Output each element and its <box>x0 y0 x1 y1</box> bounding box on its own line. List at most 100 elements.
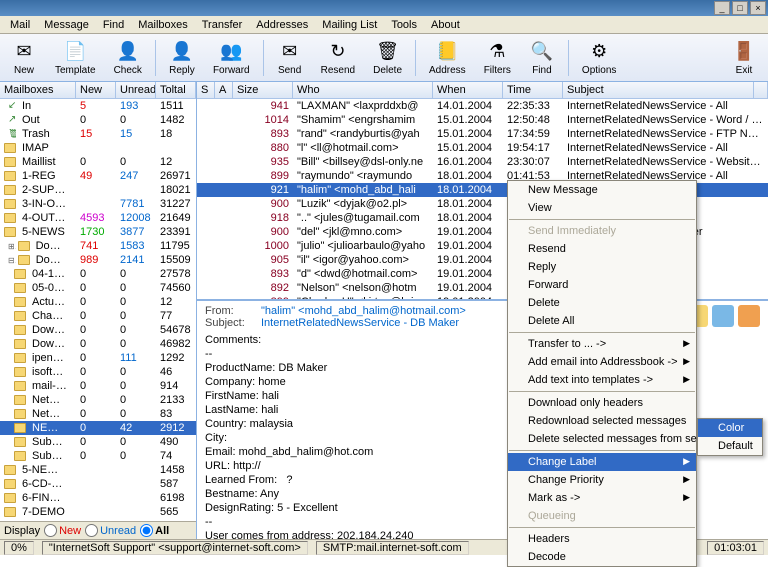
cell-subject: InternetRelatedNewsService - All <box>563 142 768 154</box>
context-item-delete-all[interactable]: Delete All <box>508 312 696 330</box>
folder-row[interactable]: Download ...0046982 <box>0 337 196 351</box>
folder-row[interactable]: 7-DEMO565 <box>0 505 196 519</box>
folder-row[interactable]: Change Ad...0077 <box>0 309 196 323</box>
menu-mail[interactable]: Mail <box>4 17 36 33</box>
forward-button[interactable]: 👥Forward <box>206 37 257 79</box>
folder-unread: 0 <box>116 366 156 378</box>
context-item-delete-selected-messages-from-server[interactable]: Delete selected messages from server <box>508 430 696 448</box>
col-total[interactable]: Toltal <box>156 82 196 98</box>
delete-button[interactable]: 🗑Delete <box>366 37 409 79</box>
folder-row[interactable]: Subscribe0074 <box>0 449 196 463</box>
check-button[interactable]: 👤Check <box>107 37 149 79</box>
context-item-resend[interactable]: Resend <box>508 240 696 258</box>
folder-row[interactable]: NEWS SE...0422912 <box>0 421 196 435</box>
context-item-new-message[interactable]: New Message <box>508 181 696 199</box>
col-mailboxes[interactable]: Mailboxes <box>0 82 76 98</box>
message-row[interactable]: 893"rand" <randyburtis@yah15.01.200417:3… <box>197 127 768 141</box>
col-subject[interactable]: Subject <box>563 82 754 98</box>
context-item-change-label[interactable]: Change Label▶ <box>508 453 696 471</box>
col-new[interactable]: New <box>76 82 116 98</box>
minimize-button[interactable]: _ <box>714 1 730 15</box>
message-row[interactable]: 880"l" <ll@hotmail.com>15.01.200419:54:1… <box>197 141 768 155</box>
menu-find[interactable]: Find <box>97 17 130 33</box>
exit-button[interactable]: 🚪Exit <box>724 37 764 79</box>
folder-row[interactable]: IMAP <box>0 141 196 155</box>
context-item-redownload-selected-messages[interactable]: Redownload selected messages <box>508 412 696 430</box>
context-item-delete[interactable]: Delete <box>508 294 696 312</box>
folder-row[interactable]: Actuary0012 <box>0 295 196 309</box>
options-button[interactable]: ⚙Options <box>575 37 623 79</box>
folder-row[interactable]: ⊟ Download...989214115509 <box>0 253 196 267</box>
context-item-default[interactable]: Default <box>698 437 762 455</box>
col-time[interactable]: Time <box>503 82 563 98</box>
close-button[interactable]: × <box>750 1 766 15</box>
menu-mailboxes[interactable]: Mailboxes <box>132 17 194 33</box>
folder-row[interactable]: 04-10-2002...0027578 <box>0 267 196 281</box>
folder-row[interactable]: Subcribe-N...00490 <box>0 435 196 449</box>
context-item-download-only-headers[interactable]: Download only headers <box>508 394 696 412</box>
context-item-transfer-to[interactable]: Transfer to ... ->▶ <box>508 335 696 353</box>
context-item-forward[interactable]: Forward <box>508 276 696 294</box>
filter-new[interactable]: New <box>44 524 81 537</box>
context-item-add-text-into-templates[interactable]: Add text into templates ->▶ <box>508 371 696 389</box>
context-item-mark-as[interactable]: Mark as ->▶ <box>508 489 696 507</box>
folder-row[interactable]: 5-NEWS1730387723391 <box>0 225 196 239</box>
context-item-add-email-into-addressbook[interactable]: Add email into Addressbook ->▶ <box>508 353 696 371</box>
folder-row[interactable]: ↗Out001482 <box>0 113 196 127</box>
folder-row[interactable]: Maillist0012 <box>0 155 196 169</box>
find-button[interactable]: 🔍Find <box>522 37 562 79</box>
folder-total: 565 <box>156 506 196 518</box>
context-item-decode[interactable]: Decode <box>508 548 696 566</box>
filter-unread[interactable]: Unread <box>85 524 136 537</box>
folder-row[interactable]: 2-SUPPORT18021 <box>0 183 196 197</box>
folder-row[interactable]: 3-IN-OLD778131227 <box>0 197 196 211</box>
col-who[interactable]: Who <box>293 82 433 98</box>
template-button[interactable]: 📄Template <box>48 37 103 79</box>
context-item-reply[interactable]: Reply <box>508 258 696 276</box>
preview-icon-2[interactable] <box>712 305 734 327</box>
folder-row[interactable]: ipension-do...01111292 <box>0 351 196 365</box>
context-item-view[interactable]: View <box>508 199 696 217</box>
resend-button[interactable]: ↻Resend <box>314 37 362 79</box>
folder-row[interactable]: Download ...0054678 <box>0 323 196 337</box>
folder-row[interactable]: NetMail002133 <box>0 393 196 407</box>
folder-row[interactable]: 05-03-2003...0074560 <box>0 281 196 295</box>
folder-row[interactable]: 4-OUT-OLD45931200821649 <box>0 211 196 225</box>
filter-all[interactable]: All <box>140 524 169 537</box>
folder-row[interactable]: 6-FINDEXE6198 <box>0 491 196 505</box>
new-button[interactable]: ✉New <box>4 37 44 79</box>
folder-row[interactable]: 5-NEWS-OLD1458 <box>0 463 196 477</box>
context-item-headers[interactable]: Headers <box>508 530 696 548</box>
preview-icon-3[interactable] <box>738 305 760 327</box>
menu-transfer[interactable]: Transfer <box>196 17 249 33</box>
folder-row[interactable]: 6-CD-ROM-CA...587 <box>0 477 196 491</box>
maximize-button[interactable]: □ <box>732 1 748 15</box>
folder-row[interactable]: ↙In51931511 <box>0 99 196 113</box>
folder-row[interactable]: NetMail - m...0083 <box>0 407 196 421</box>
folder-row[interactable]: mail-comm...00914 <box>0 379 196 393</box>
menu-about[interactable]: About <box>425 17 466 33</box>
message-row[interactable]: 941"LAXMAN" <laxprddxb@14.01.200422:35:3… <box>197 99 768 113</box>
folder-row[interactable]: 🗑Trash151518 <box>0 127 196 141</box>
folder-row[interactable]: isoftware0046 <box>0 365 196 379</box>
address-button[interactable]: 📒Address <box>422 37 473 79</box>
filters-button[interactable]: ⚗Filters <box>477 37 518 79</box>
message-row[interactable]: 935"Bill" <billsey@dsl-only.ne16.01.2004… <box>197 155 768 169</box>
folder-new: 0 <box>76 338 116 350</box>
menu-tools[interactable]: Tools <box>385 17 423 33</box>
context-item-change-priority[interactable]: Change Priority▶ <box>508 471 696 489</box>
send-button[interactable]: ✉Send <box>270 37 310 79</box>
col-when[interactable]: When <box>433 82 503 98</box>
reply-button[interactable]: 👤Reply <box>162 37 202 79</box>
folder-row[interactable]: 1-REG4924726971 <box>0 169 196 183</box>
col-s[interactable]: S <box>197 82 215 98</box>
message-row[interactable]: 1014"Shamim" <engrshamim15.01.200412:50:… <box>197 113 768 127</box>
folder-row[interactable]: ⊞ Download ...741158311795 <box>0 239 196 253</box>
context-item-color[interactable]: Color <box>698 419 762 437</box>
col-a[interactable]: A <box>215 82 233 98</box>
col-size[interactable]: Size <box>233 82 293 98</box>
menu-addresses[interactable]: Addresses <box>250 17 314 33</box>
menu-mailing-list[interactable]: Mailing List <box>316 17 383 33</box>
col-unread[interactable]: Unread <box>116 82 156 98</box>
menu-message[interactable]: Message <box>38 17 95 33</box>
